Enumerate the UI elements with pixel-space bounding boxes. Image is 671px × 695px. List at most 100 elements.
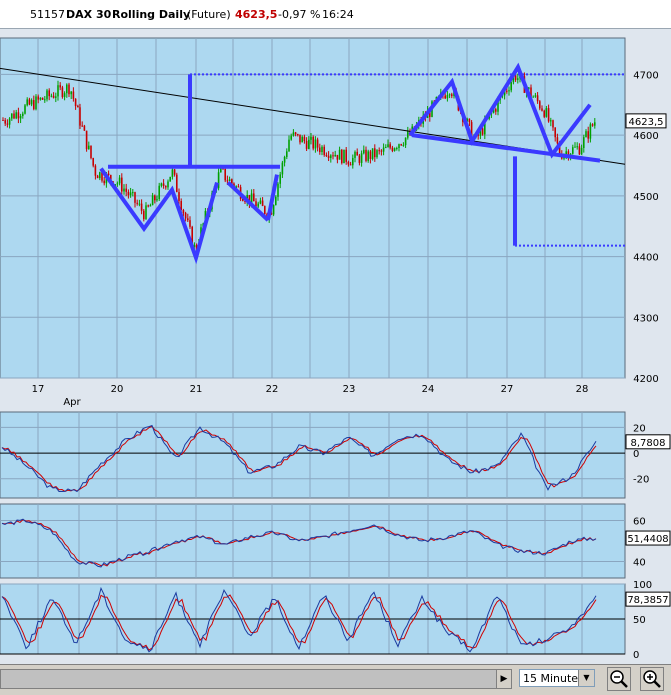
oscillator-1-tick-label: -20 [633, 475, 649, 486]
timeframe-value: 15 Minutes [523, 672, 584, 685]
oscillator-1-last-label: 8,7808 [631, 438, 666, 449]
candle-body [288, 139, 290, 152]
x-tick-label: 21 [190, 384, 203, 395]
candle-body [554, 127, 556, 138]
stochastic-tick-label: 50 [633, 615, 646, 626]
x-month-label: Apr [63, 397, 81, 408]
candle-body [169, 176, 171, 182]
candle-body [376, 150, 378, 158]
candle-body [400, 144, 402, 146]
candle-body [330, 155, 332, 158]
last-price-label: 4623,5 [629, 117, 664, 128]
candle-body [356, 151, 358, 156]
candle-body [286, 151, 288, 157]
stochastic-tick-label: 100 [633, 580, 652, 591]
candle-body [312, 136, 314, 149]
candle-body [90, 145, 92, 159]
candle-body [305, 141, 308, 149]
candle-body [510, 82, 512, 91]
contract-name: Rolling Daily [112, 8, 191, 21]
candle-body [165, 186, 167, 188]
price-tick-label: 4400 [633, 253, 658, 264]
candle-body [129, 192, 132, 196]
candle-body [81, 125, 83, 127]
candle-body [360, 153, 363, 163]
candle-body [290, 135, 292, 140]
candle-body [35, 96, 37, 110]
candle-body [336, 154, 339, 160]
candle-body [11, 113, 13, 119]
candle-body [444, 95, 446, 99]
candle-body [534, 95, 537, 97]
instrument-name: DAX 30 [66, 8, 112, 21]
candle-body [332, 155, 334, 157]
candle-body [587, 131, 589, 139]
candle-body [314, 139, 317, 149]
zoom-out-button[interactable] [607, 667, 631, 691]
chart-scrollbar[interactable] [0, 669, 512, 689]
candle-body [140, 203, 143, 211]
candle-body [147, 205, 149, 207]
stochastic-tick-label: 0 [633, 650, 639, 661]
candle-body [151, 195, 154, 206]
candle-body [121, 177, 123, 192]
scroll-right-button[interactable]: ▶ [496, 669, 512, 689]
candle-body [365, 149, 367, 161]
candle-body [358, 155, 361, 163]
x-tick-label: 27 [501, 384, 514, 395]
candle-body [514, 75, 517, 80]
stochastic-last-label: 78,3857 [627, 595, 668, 606]
candle-body [275, 196, 277, 206]
candle-body [589, 124, 592, 139]
candle-body [52, 95, 55, 98]
candle-body [407, 131, 409, 138]
candle-body [341, 149, 343, 164]
candle-body [6, 123, 9, 125]
candle-body [301, 136, 303, 143]
candle-body [118, 177, 121, 184]
candle-body [545, 108, 548, 117]
candle-body [495, 109, 497, 112]
quote-time: 16:24 [322, 8, 354, 21]
zoom-in-button[interactable] [640, 667, 664, 691]
candle-body [44, 99, 46, 101]
candle-body [380, 150, 383, 152]
x-tick-label: 24 [422, 384, 435, 395]
candle-body [393, 148, 396, 151]
candle-body [88, 145, 90, 150]
last-price: 4623,5 [235, 8, 278, 21]
candle-body [369, 151, 372, 159]
candle-body [94, 165, 97, 176]
candle-body [61, 87, 64, 97]
panel-oscillator-2 [0, 503, 626, 579]
candle-body [576, 146, 578, 148]
candle-body [583, 137, 585, 148]
candle-body [4, 120, 6, 124]
candle-body [591, 124, 594, 126]
candle-body [299, 134, 301, 143]
candle-body [39, 97, 42, 100]
candle-body [143, 210, 145, 220]
chevron-down-icon: ▼ [578, 670, 594, 686]
candle-body [156, 199, 158, 201]
x-tick-label: 20 [111, 384, 124, 395]
candle-body [508, 90, 510, 92]
candle-body [99, 172, 101, 179]
candle-body [378, 150, 380, 152]
candle-body [539, 101, 541, 109]
candle-body [127, 191, 130, 196]
candle-body [136, 202, 138, 204]
percent-change: -0,97 % [278, 8, 321, 21]
candle-body [2, 119, 4, 121]
candle-body [594, 122, 596, 126]
oscillator-1-tick-label: 20 [633, 423, 646, 434]
candle-body [541, 108, 543, 111]
candle-body [481, 128, 484, 135]
timeframe-select[interactable]: 15 Minutes ▼ [519, 669, 595, 687]
candle-body [178, 192, 180, 202]
candle-body [468, 118, 471, 123]
candle-body [182, 210, 185, 213]
x-tick-label: 28 [576, 384, 589, 395]
candle-body [316, 139, 319, 148]
candle-body [77, 106, 79, 108]
